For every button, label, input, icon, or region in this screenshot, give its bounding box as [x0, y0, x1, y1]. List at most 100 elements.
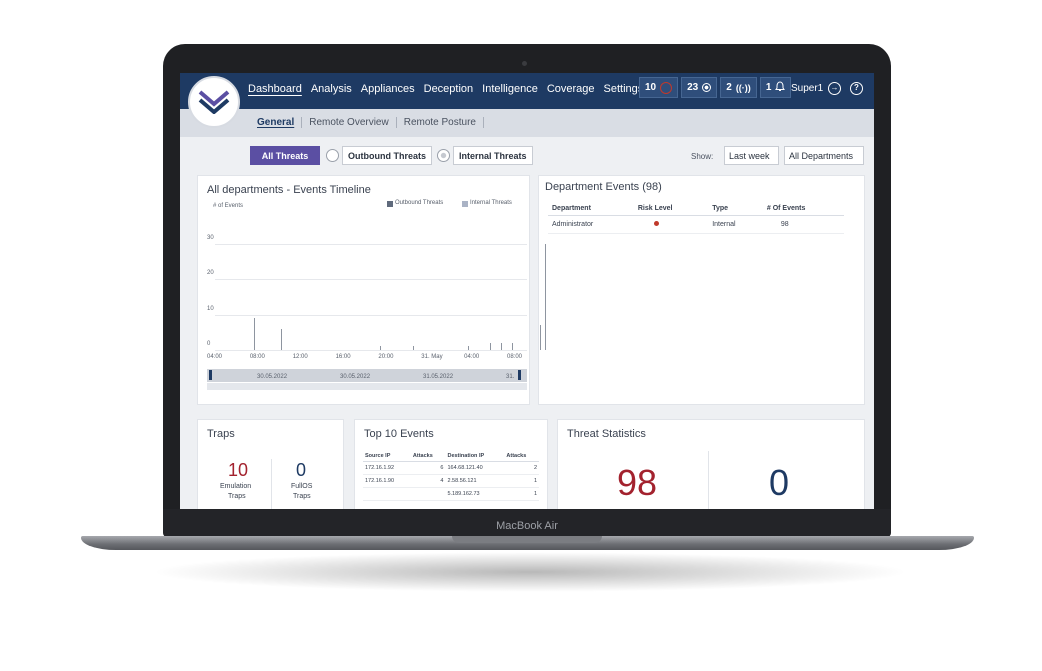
nav-dashboard[interactable]: Dashboard [248, 83, 302, 95]
emulation-count: 10 [228, 460, 249, 480]
target-icon [702, 83, 712, 92]
laptop-brand-label: MacBook Air [496, 520, 558, 532]
cell-destination-ip: 2.58.56.121 [445, 474, 505, 488]
cell-source-ip: 172.16.1.90 [363, 474, 411, 488]
range-date: 31. [506, 374, 515, 380]
x-tick-label: 04:00 [207, 354, 223, 360]
chart-bar[interactable] [501, 342, 502, 350]
laptop-shadow [150, 552, 910, 592]
chart-bar[interactable] [380, 346, 381, 350]
legend-internal: Internal Threats [470, 200, 512, 206]
legend-outbound: Outbound Threats [395, 200, 444, 206]
chart-bar[interactable] [413, 346, 414, 350]
period-value: Last week [729, 151, 770, 161]
internal-radio[interactable] [437, 149, 450, 162]
col-events[interactable]: # Of Events [762, 202, 844, 216]
tab-remote-overview[interactable]: Remote Overview [302, 117, 397, 128]
outbound-threats-button[interactable]: Outbound Threats [342, 146, 432, 165]
col-source-ip[interactable]: Source IP [363, 451, 411, 462]
y-tick-label: 20 [207, 270, 214, 277]
logo-mark-icon [198, 90, 230, 114]
outbound-radio[interactable] [326, 149, 339, 162]
laptop-hinge-notch [452, 536, 602, 543]
top10-title: Top 10 Events [364, 428, 434, 440]
x-tick-label: 08:00 [249, 354, 265, 360]
col-department[interactable]: Department [548, 202, 634, 216]
cell-type: Internal [708, 215, 763, 234]
col-attacks[interactable]: Attacks [504, 451, 539, 462]
counter-notifications[interactable]: 1 [759, 77, 792, 98]
counter-alerts[interactable]: 10 [639, 77, 679, 98]
chart-bar[interactable] [512, 342, 513, 350]
range-handle-left[interactable] [209, 370, 212, 380]
horizontal-scrollbar[interactable] [207, 383, 527, 390]
all-threats-button[interactable]: All Threats [250, 146, 320, 165]
nav-analysis[interactable]: Analysis [311, 83, 352, 95]
table-row[interactable]: 172.16.1.92 6 164.68.121.40 2 [363, 461, 539, 475]
nav-settings[interactable]: Settings [604, 83, 644, 95]
x-tick-label: 20:00 [378, 354, 394, 360]
chart-bar[interactable] [490, 342, 491, 350]
logout-icon[interactable]: → [828, 82, 841, 95]
x-tick-label: 16:00 [335, 354, 351, 360]
range-date: 31.05.2022 [423, 374, 454, 380]
nav-intelligence[interactable]: Intelligence [482, 83, 538, 95]
range-date: 30.05.2022 [257, 374, 288, 380]
fullos-label: Traps [293, 493, 311, 500]
sub-navbar: General Remote Overview Remote Posture [180, 109, 874, 137]
product-mockup: Dashboard Analysis Appliances Deception … [0, 0, 1042, 671]
col-risk-level[interactable]: Risk Level [633, 202, 709, 216]
chart-bar[interactable] [253, 318, 255, 350]
department-select[interactable]: All Departments [784, 146, 864, 165]
department-value: All Departments [789, 151, 854, 161]
department-events-table: Department Risk Level Type # Of Events A… [548, 202, 844, 234]
range-handle-right[interactable] [518, 370, 521, 380]
legend-outbound-swatch [387, 201, 393, 207]
cell-destination-ip: 5.189.162.73 [445, 487, 505, 501]
company-logo[interactable] [188, 76, 240, 128]
tab-general[interactable]: General [250, 117, 303, 128]
cell-source-ip [363, 487, 411, 501]
help-icon[interactable]: ? [850, 82, 863, 95]
chart-bar[interactable] [539, 325, 541, 350]
x-tick-label: 08:00 [507, 354, 523, 360]
table-row[interactable]: 5.189.162.73 1 [363, 487, 539, 501]
nav-appliances[interactable]: Appliances [361, 83, 415, 95]
y-tick-label: 10 [207, 305, 214, 312]
counter-value: 1 [765, 82, 772, 93]
internal-threats-button[interactable]: Internal Threats [453, 146, 533, 165]
timeline-title: All departments - Events Timeline [207, 184, 371, 196]
col-type[interactable]: Type [708, 202, 763, 216]
tab-remote-posture[interactable]: Remote Posture [397, 117, 484, 128]
chart-bar[interactable] [281, 328, 282, 350]
nav-deception[interactable]: Deception [424, 83, 474, 95]
y-tick-label: 30 [207, 235, 214, 241]
counter-targets[interactable]: 23 [681, 77, 718, 98]
col-attacks[interactable]: Attacks [410, 451, 446, 462]
fullos-count: 0 [296, 460, 307, 480]
chart-bar[interactable] [545, 244, 546, 350]
risk-high-icon [653, 221, 659, 226]
range-date: 30.05.2022 [340, 374, 371, 380]
broadcast-icon: ((·)) [735, 82, 751, 93]
cell-attacks [410, 487, 446, 501]
table-row[interactable]: 172.16.1.90 4 2.58.56.121 1 [363, 474, 539, 488]
period-select[interactable]: Last week [724, 146, 779, 165]
timeline-ylabel: # of Events [213, 203, 244, 209]
user-name[interactable]: Super1 [791, 83, 823, 94]
main-nav: Dashboard Analysis Appliances Deception … [248, 83, 643, 95]
camera-icon [522, 61, 527, 66]
emulation-label: Emulation [220, 483, 252, 490]
alert-counters: 10 23 2 ((·)) 1 [639, 77, 792, 98]
bell-icon [775, 80, 786, 95]
chart-gridline [215, 279, 527, 281]
traps-title: Traps [207, 428, 235, 440]
nav-coverage[interactable]: Coverage [547, 83, 595, 95]
cell-risk [633, 215, 709, 234]
table-row[interactable]: Administrator Internal 98 [548, 215, 844, 234]
col-destination-ip[interactable]: Destination IP [445, 451, 505, 462]
chart-gridline [215, 350, 527, 351]
chart-bar[interactable] [468, 346, 469, 350]
counter-broadcast[interactable]: 2 ((·)) [720, 77, 757, 98]
threat-statistics-title: Threat Statistics [567, 428, 646, 440]
